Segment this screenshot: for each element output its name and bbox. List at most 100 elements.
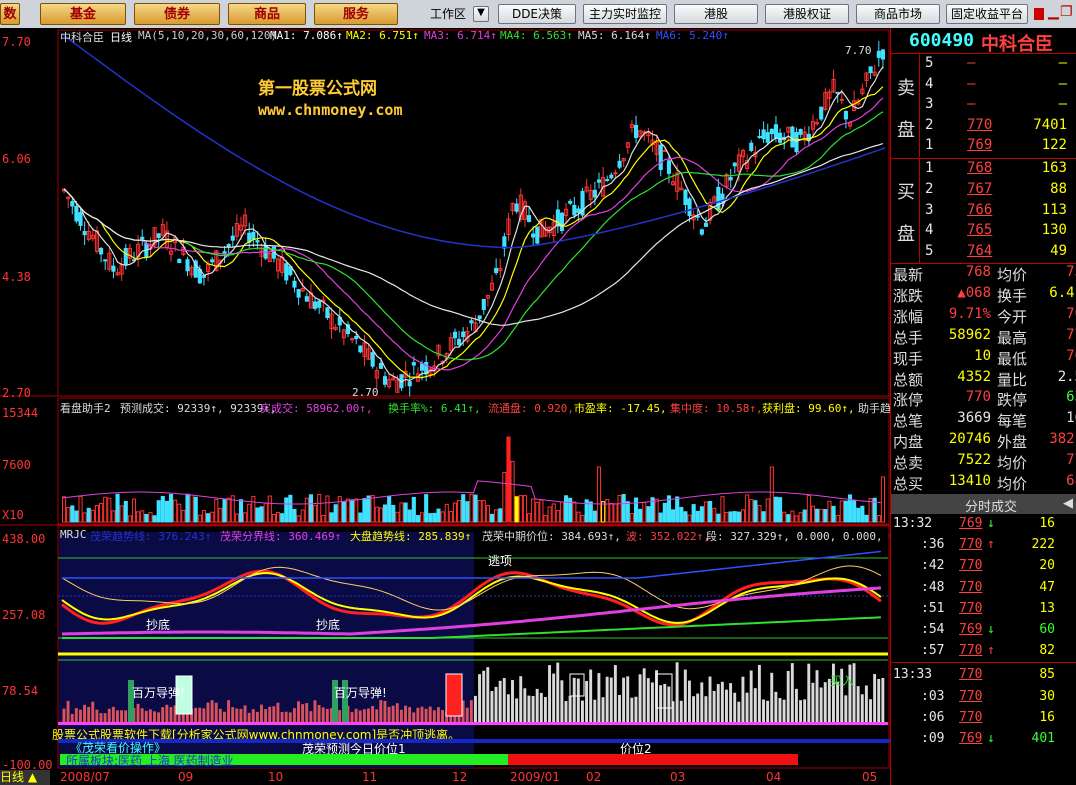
trade-volume: 85 <box>1039 667 1055 683</box>
ind-hist-bar <box>609 677 613 722</box>
buy-row-4[interactable]: 4 765 130 <box>891 222 1076 242</box>
buy-row-1[interactable]: 1 768 163 <box>891 160 1076 180</box>
vol-tick-3: X10 <box>2 508 24 522</box>
ind-hist-bar <box>362 709 366 722</box>
volume-bar <box>757 504 762 523</box>
menu-service-button[interactable]: 服务 <box>314 3 398 25</box>
buy-row-2[interactable]: 2 767 88 <box>891 181 1076 201</box>
volume-bar <box>609 502 614 523</box>
window-icon[interactable] <box>1034 8 1044 20</box>
minimize-icon[interactable]: ▁ <box>1048 4 1059 20</box>
tab-main-monitor[interactable]: 主力实时监控 <box>583 4 667 24</box>
tab-hk-stock[interactable]: 港股 <box>674 4 758 24</box>
candle-down <box>469 320 474 324</box>
volume-bar <box>473 494 478 523</box>
ind-hist-bar <box>404 705 407 722</box>
ind-hist-bar <box>66 700 70 722</box>
trade-row[interactable]: 13:33 770 85 <box>891 667 1076 688</box>
candle-down <box>156 233 161 238</box>
ind-hist-bar <box>210 700 214 722</box>
ind-hist-bar <box>202 708 206 722</box>
ind-label-bomb-2: 百万导弹! <box>334 686 387 700</box>
watermark-url: www.chnmoney.com <box>258 101 403 119</box>
trade-row[interactable]: :54 769 ↓ 60 <box>891 622 1076 643</box>
volume-bar <box>786 514 791 523</box>
trade-time: :54 <box>921 622 945 637</box>
vol-header-float: 流通盘: 0.920, <box>488 402 574 415</box>
trade-volume: 13 <box>1039 600 1055 616</box>
trade-tab-bar[interactable]: 分时成交 ◀ <box>891 494 1076 515</box>
sell-row-5[interactable]: 5 — — <box>891 55 1076 75</box>
vol-header-more: 助手趋 <box>858 402 891 415</box>
ticker-line-4: 价位2 <box>620 742 652 756</box>
sell-level: 4 <box>925 75 934 92</box>
trade-row[interactable]: :36 770 ↑ 222 <box>891 537 1076 558</box>
sell-row-2[interactable]: 2 770 7401 <box>891 117 1076 137</box>
main-header-ma1: MA1: 7.086↑ <box>270 29 343 42</box>
buy-row-5[interactable]: 5 764 49 <box>891 243 1076 263</box>
candle-down <box>531 233 536 238</box>
volume-bar <box>415 515 421 523</box>
volume-bar <box>193 496 198 523</box>
sell-row-1[interactable]: 1 769 122 <box>891 137 1076 157</box>
menu-fund-button[interactable]: 基金 <box>40 3 126 25</box>
trade-row[interactable]: :51 770 13 <box>891 601 1076 622</box>
trade-time: :03 <box>921 688 945 704</box>
tab-commodity-market[interactable]: 商品市场 <box>856 4 940 24</box>
ind-hist-bar <box>811 682 815 722</box>
volume-bar <box>531 498 536 523</box>
candle-down <box>572 204 577 216</box>
ind-hist-bar <box>251 709 255 722</box>
volume-bar <box>683 511 688 523</box>
kline-chart-area[interactable]: 中科合臣 日线 MA(5,10,20,30,60,120) MA1: 7.086… <box>0 28 916 785</box>
volume-bar <box>82 512 87 523</box>
period-switch[interactable]: 日线 ▲ <box>0 770 50 785</box>
volume-bar <box>539 499 544 523</box>
trade-row[interactable]: :06 770 16 <box>891 710 1076 731</box>
sell-row-3[interactable]: 3 — — <box>891 96 1076 116</box>
trade-row[interactable]: :03 770 30 <box>891 689 1076 710</box>
volume-bar <box>724 512 729 523</box>
menu-stub-button[interactable]: 数 <box>0 3 20 25</box>
sell-price: — <box>967 55 976 71</box>
ind-header-seg: 段: 327.329↑, 0.000, 0.000, 0.00 <box>706 530 916 543</box>
ind-hist-bar <box>83 704 86 722</box>
volume-bar <box>308 494 314 523</box>
trade-row[interactable]: :48 770 47 <box>891 580 1076 601</box>
tab-fixed-income[interactable]: 固定收益平台 <box>946 4 1028 24</box>
sell-row-4[interactable]: 4 — — <box>891 76 1076 96</box>
menu-commodity-button[interactable]: 商品 <box>228 3 306 25</box>
trade-row[interactable]: :42 770 20 <box>891 558 1076 579</box>
ind-hist-bar <box>589 669 593 722</box>
volume-bar <box>732 511 737 523</box>
workspace-dropdown-icon[interactable]: ▼ <box>473 6 489 22</box>
volume-bar <box>494 509 499 523</box>
volume-bar <box>819 508 824 523</box>
trade-row[interactable]: :09 769 ↓ 401 <box>891 731 1076 752</box>
stat-label-2: 换手 <box>997 286 1028 305</box>
candle-down <box>576 208 581 213</box>
stat-value-2: 70 <box>1066 347 1076 364</box>
buy-row-3[interactable]: 3 766 113 <box>891 202 1076 222</box>
trade-tab-label[interactable]: 分时成交 <box>965 496 1017 515</box>
trade-tab-next-icon[interactable]: ◀ <box>1063 496 1073 511</box>
volume-bar <box>769 466 774 523</box>
tab-hk-warrant[interactable]: 港股权证 <box>765 4 849 24</box>
buy-volume: 88 <box>1050 180 1067 197</box>
workspace-label[interactable]: 工作区 <box>430 4 466 24</box>
volume-bar <box>740 509 746 523</box>
ind-header-trend: 茂荣趋势线: 376.243↑ <box>90 530 212 543</box>
volume-bar <box>292 508 297 523</box>
menu-bond-button[interactable]: 债券 <box>134 3 220 25</box>
ticker-bar-blue <box>58 739 890 743</box>
volume-bar <box>156 500 161 523</box>
trade-row[interactable]: 13:32 769 ↓ 16 <box>891 516 1076 537</box>
ind-hist-bar <box>659 685 663 722</box>
ind-hist-bar <box>663 683 667 722</box>
volume-bar <box>485 505 490 523</box>
restore-icon[interactable]: ❐ <box>1060 4 1073 20</box>
volume-bar <box>773 496 779 523</box>
ind-header-market: 大盘趋势线: 285.839↑ <box>350 530 472 543</box>
tab-dde[interactable]: DDE决策 <box>498 4 576 24</box>
ind-hist-bar <box>494 686 498 722</box>
